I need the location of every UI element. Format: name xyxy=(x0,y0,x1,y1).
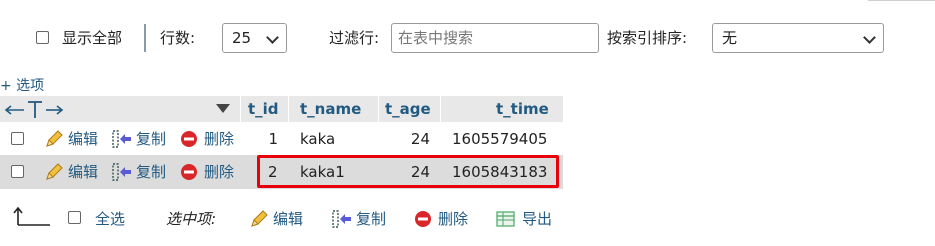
show-all-checkbox[interactable] xyxy=(36,31,49,44)
bulk-edit-button[interactable]: 编辑 xyxy=(273,209,303,229)
sort-select-value: 无 xyxy=(722,29,738,47)
cell-t-name: kaka xyxy=(300,130,336,148)
selected-label: 选中项: xyxy=(166,210,217,228)
options-link[interactable]: + 选项 xyxy=(0,78,44,94)
column-header-t-name[interactable]: t_name xyxy=(300,96,361,122)
column-divider xyxy=(240,96,241,122)
select-all-label[interactable]: 全选 xyxy=(95,209,125,229)
chevron-down-icon xyxy=(266,31,279,44)
column-divider xyxy=(378,96,379,122)
filter-label: 过滤行: xyxy=(329,29,380,47)
show-all-label[interactable]: 显示全部 xyxy=(62,28,122,48)
copy-icon[interactable] xyxy=(331,209,353,229)
highlight-box xyxy=(257,155,559,188)
column-header-t-age[interactable]: t_age xyxy=(385,96,431,122)
row-copy-link[interactable]: 复制 xyxy=(136,162,166,182)
cell-t-time: 1605579405 xyxy=(452,130,548,148)
sort-select[interactable]: 无 xyxy=(712,23,884,53)
delete-icon[interactable] xyxy=(180,130,198,148)
rows-select[interactable]: 25 xyxy=(222,23,287,53)
toolbar-separator xyxy=(144,24,146,52)
export-icon[interactable] xyxy=(496,210,516,228)
rows-label: 行数: xyxy=(160,29,196,47)
pencil-icon[interactable] xyxy=(249,209,269,229)
row-checkbox[interactable] xyxy=(11,132,24,145)
row-edit-link[interactable]: 编辑 xyxy=(68,129,98,149)
copy-icon[interactable] xyxy=(111,162,133,182)
column-header-t-time[interactable]: t_time xyxy=(496,96,549,122)
column-divider xyxy=(440,96,441,122)
filter-input[interactable]: 在表中搜索 xyxy=(391,23,599,53)
pencil-icon[interactable] xyxy=(44,129,64,149)
bulk-copy-button[interactable]: 复制 xyxy=(356,209,386,229)
row-checkbox[interactable] xyxy=(11,165,24,178)
select-all-checkbox[interactable] xyxy=(68,211,81,224)
cell-t-age: 24 xyxy=(410,130,430,148)
sort-label: 按索引排序: xyxy=(607,29,688,47)
top-divider xyxy=(868,0,935,1)
row-delete-link[interactable]: 删除 xyxy=(204,129,234,149)
return-arrow-icon xyxy=(13,206,50,226)
sort-down-icon[interactable] xyxy=(216,104,230,114)
table-header xyxy=(0,96,563,122)
bulk-export-button[interactable]: 导出 xyxy=(522,209,552,229)
rows-select-value: 25 xyxy=(232,29,252,47)
copy-icon[interactable] xyxy=(111,129,133,149)
chevron-down-icon xyxy=(863,31,876,44)
cell-t-id: 1 xyxy=(268,130,278,148)
row-edit-link[interactable]: 编辑 xyxy=(68,162,98,182)
row-delete-link[interactable]: 删除 xyxy=(204,162,234,182)
row-copy-link[interactable]: 复制 xyxy=(136,129,166,149)
column-divider xyxy=(288,96,289,122)
column-header-t-id[interactable]: t_id xyxy=(248,96,279,122)
column-arrows-icon[interactable] xyxy=(4,100,64,120)
pencil-icon[interactable] xyxy=(44,162,64,182)
delete-icon[interactable] xyxy=(414,210,432,228)
delete-icon[interactable] xyxy=(180,163,198,181)
bulk-delete-button[interactable]: 删除 xyxy=(438,209,468,229)
